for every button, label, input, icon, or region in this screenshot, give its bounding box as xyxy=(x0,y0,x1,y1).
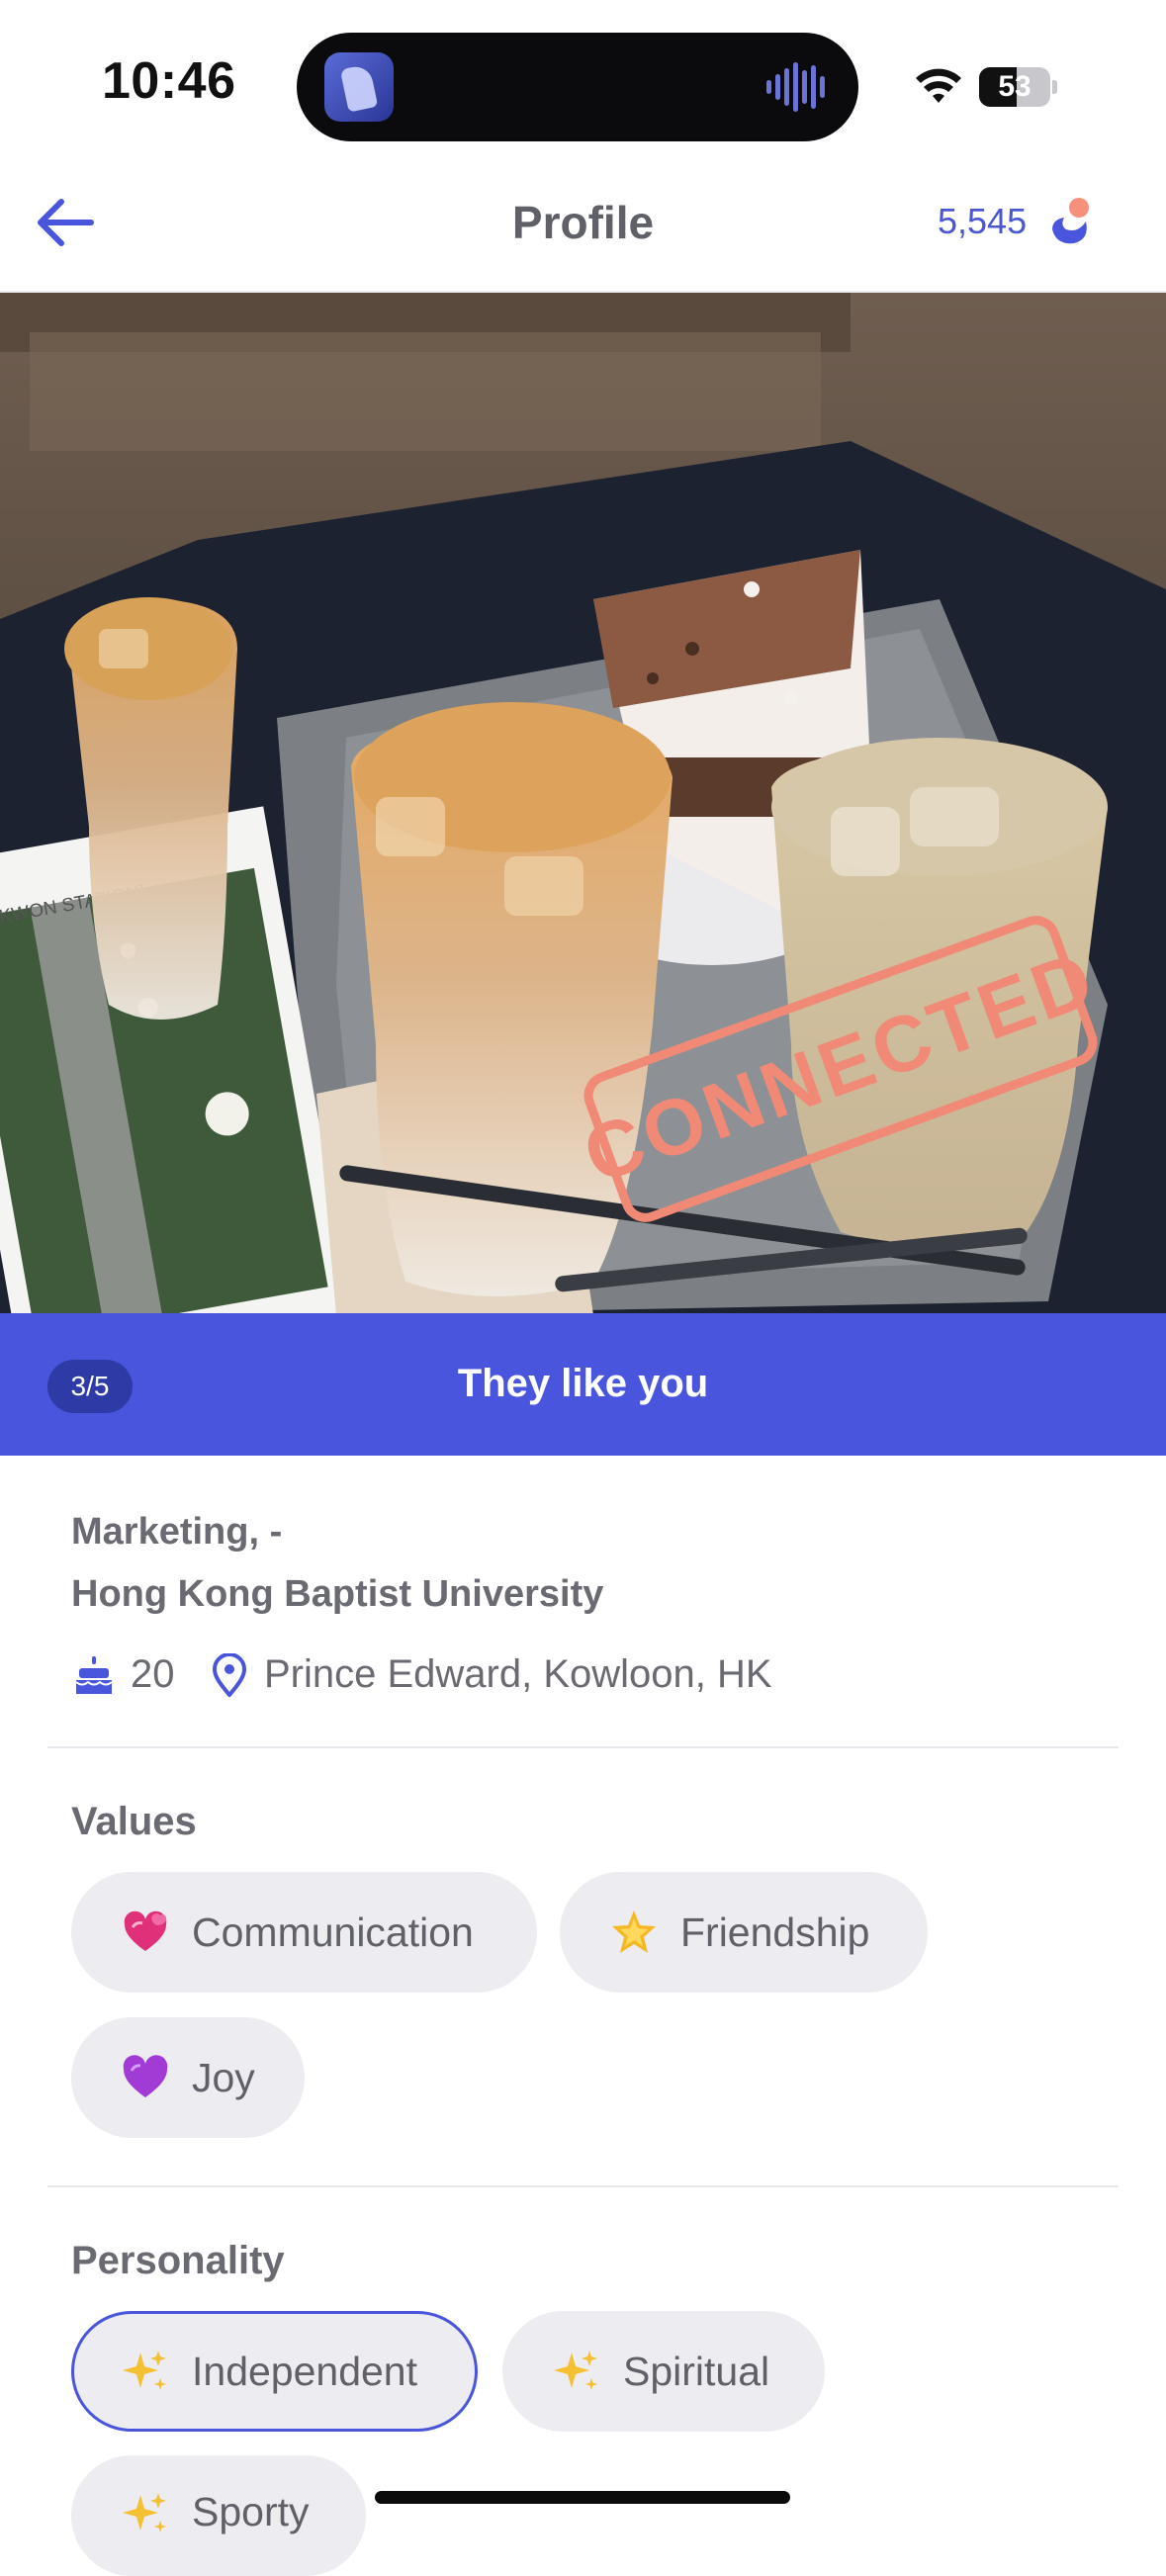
chip-label: Independent xyxy=(192,2348,418,2394)
value-chip-joy[interactable]: Joy xyxy=(71,2017,305,2138)
chip-label: Spiritual xyxy=(623,2348,770,2394)
personality-chip-spiritual[interactable]: Spiritual xyxy=(502,2311,825,2432)
purple-heart-icon xyxy=(123,2055,168,2097)
profile-school: Hong Kong Baptist University xyxy=(71,1573,604,1615)
home-indicator[interactable] xyxy=(375,2491,790,2504)
profile-location: Prince Edward, Kowloon, HK xyxy=(264,1652,772,1696)
dynamic-island xyxy=(297,33,858,141)
profile-major: Marketing, - xyxy=(71,1511,283,1553)
profile-age: 20 xyxy=(131,1652,175,1696)
sparkles-icon xyxy=(123,2351,166,2390)
cake-icon xyxy=(75,1656,113,1694)
section-divider xyxy=(47,2185,1119,2187)
location-pin-icon xyxy=(212,1653,247,1697)
battery-indicator: 53 xyxy=(979,67,1057,107)
chip-label: Friendship xyxy=(680,1909,870,1955)
values-title: Values xyxy=(71,1800,197,1843)
coin-balance[interactable]: 5,545 xyxy=(938,201,1027,242)
star-icon xyxy=(612,1910,656,1953)
value-chip-friendship[interactable]: Friendship xyxy=(560,1872,928,1993)
hearts-icon xyxy=(124,1910,167,1951)
app-icon xyxy=(324,52,394,122)
personality-chip-independent[interactable]: Independent xyxy=(71,2311,478,2432)
photo-illustration: [NAKWON STATION] CONNECTED xyxy=(0,293,1166,1315)
profile-photo[interactable]: [NAKWON STATION] CONNECTED xyxy=(0,293,1166,1315)
audio-wave-icon xyxy=(766,62,825,112)
chip-label: Communication xyxy=(192,1909,474,1955)
status-time: 10:46 xyxy=(102,52,236,110)
chip-label: Joy xyxy=(192,2054,255,2100)
wifi-icon xyxy=(916,68,961,103)
sparkles-icon xyxy=(123,2493,166,2532)
personality-chip-sporty[interactable]: Sporty xyxy=(71,2455,366,2576)
personality-title: Personality xyxy=(71,2239,285,2282)
battery-level: 53 xyxy=(998,70,1031,103)
sparkles-icon xyxy=(554,2351,597,2390)
coin-person-icon[interactable] xyxy=(1046,196,1098,247)
value-chip-communication[interactable]: Communication xyxy=(71,1872,537,1993)
chip-label: Sporty xyxy=(192,2489,310,2534)
section-divider xyxy=(47,1746,1119,1748)
like-banner-text: They like you xyxy=(457,1362,709,1405)
